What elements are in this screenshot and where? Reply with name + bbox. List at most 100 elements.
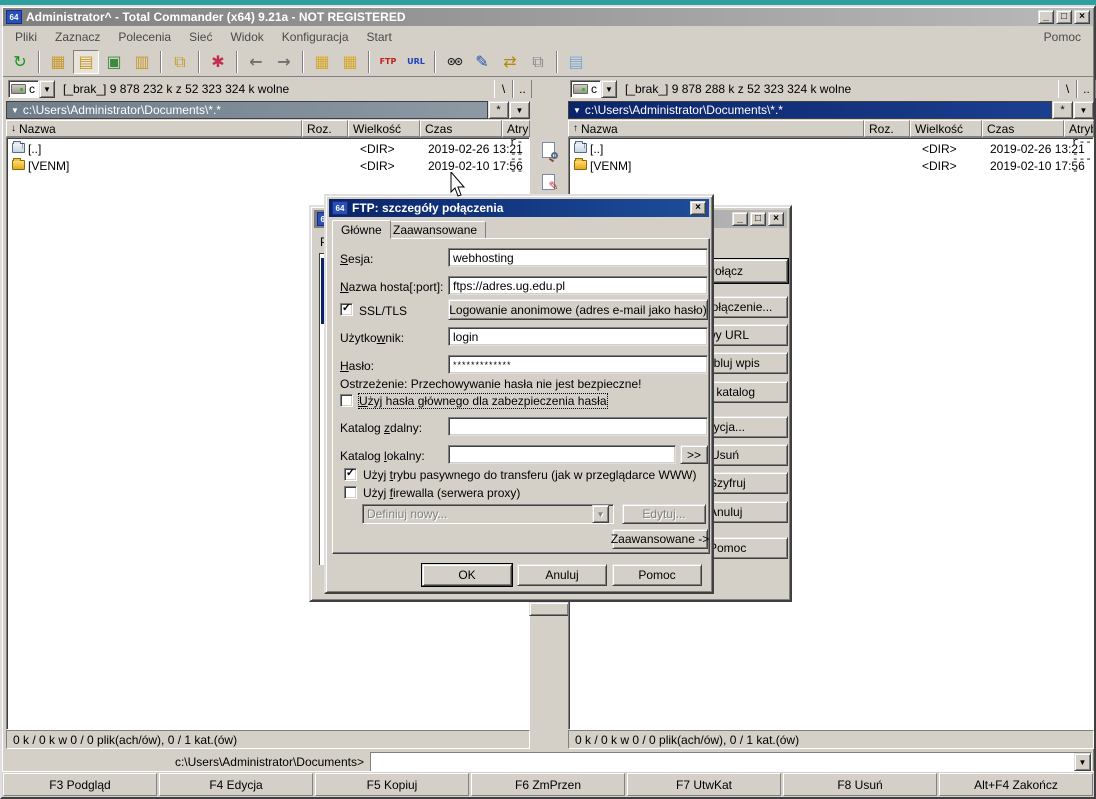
new-connection-button[interactable]: połączenie... [702,296,788,318]
column-header-roz[interactable]: Roz. [864,120,910,137]
new-folder-button[interactable]: y katalog [702,381,788,403]
f8-button[interactable]: F8 Usuń [783,773,937,796]
title-bar[interactable]: 64 Administrator^ - Total Commander (x64… [3,8,1093,26]
duplicate-entry-button[interactable]: ubluj wpis [702,352,788,374]
left-drive-combo[interactable]: c ▼ [8,80,55,98]
right-history-button[interactable]: ▼ [1073,101,1094,119]
sync-dirs-icon[interactable]: ⇄ [497,50,523,74]
user-input[interactable]: login [448,327,708,346]
help-button[interactable]: Pomoc [612,564,702,586]
splitter-grip[interactable] [529,602,569,616]
help-button[interactable]: Pomoc [702,537,788,559]
f7-button[interactable]: F7 UtwKat [627,773,781,796]
forward-icon[interactable]: → [271,50,297,74]
anonymous-login-button[interactable]: Logowanie anonimowe (adres e-mail jako h… [448,299,708,320]
minimize-button[interactable]: _ [732,212,748,226]
file-row-up[interactable]: ↑ [..] <DIR> 2019-02-26 13:21 r--- [570,140,1092,157]
local-dir-input[interactable] [448,445,676,464]
new-item-icon[interactable]: ✱ [205,50,231,74]
column-header-atryb[interactable]: Atryb [1064,120,1094,137]
altf4-button[interactable]: Alt+F4 Zakończ [939,773,1093,796]
host-input[interactable]: ftps://adres.ug.edu.pl [448,276,708,295]
command-history-dropdown[interactable]: ▼ [1074,753,1091,771]
tab-zaawansowane[interactable]: Zaawansowane [384,221,486,239]
remote-dir-input[interactable] [448,417,708,436]
right-drive-dropdown[interactable]: ▼ [601,80,617,98]
file-row-venm[interactable]: [VENM] <DIR> 2019-02-10 17:56 ---- [570,157,1092,174]
column-header-nazwa[interactable]: ↑Nazwa [568,120,864,137]
find-files-icon[interactable]: ⊙⊙ [441,50,467,74]
ok-button[interactable]: OK [422,564,512,586]
command-input[interactable] [371,753,1074,771]
right-star-button[interactable]: * [1052,101,1073,119]
left-history-button[interactable]: ▼ [509,101,530,119]
compare-icon[interactable]: ⧉ [525,50,551,74]
f5-button[interactable]: F5 Kopiuj [315,773,469,796]
column-header-czas[interactable]: Czas [982,120,1064,137]
master-password-label[interactable]: Użyj hasła głównego dla zabezpieczenia h… [359,394,607,408]
right-root-button[interactable]: \ [1058,80,1077,98]
unpack-icon[interactable]: ▦ [337,50,363,74]
passive-mode-checkbox[interactable]: ✓ [344,468,357,481]
full-view-icon[interactable]: ▤ [73,50,99,74]
menu-zaznacz[interactable]: Zaznacz [47,28,108,46]
minimize-button[interactable]: _ [1038,10,1054,24]
maximize-button[interactable]: □ [1056,10,1072,24]
ftp-details-dialog-title-bar[interactable]: 64 FTP: szczegóły połączenia × [329,199,709,217]
brief-view-icon[interactable]: ▦ [45,50,71,74]
delete-button[interactable]: Usuń [702,444,788,466]
maximize-button[interactable]: □ [750,212,766,226]
session-input[interactable]: webhosting [448,248,708,267]
menu-widok[interactable]: Widok [222,28,271,46]
browse-local-dir-button[interactable]: >> [680,445,708,464]
menu-start[interactable]: Start [359,28,400,46]
thumbnails-view-icon[interactable]: ▣ [101,50,127,74]
back-icon[interactable]: ← [243,50,269,74]
multi-rename-icon[interactable]: ✎ [469,50,495,74]
f6-button[interactable]: F6 ZmPrzen [471,773,625,796]
column-header-roz[interactable]: Roz. [302,120,348,137]
ssl-checkbox[interactable]: ✓ [340,303,353,316]
menu-konfiguracja[interactable]: Konfiguracja [274,28,357,46]
left-up-button[interactable]: .. [513,80,532,98]
refresh-icon[interactable]: ↻ [7,50,33,74]
encrypt-button[interactable]: Szyfruj [702,472,788,494]
quick-edit-button[interactable]: ✎ [537,170,559,194]
close-button[interactable]: × [1074,10,1090,24]
column-header-atryb[interactable]: Atryb [502,120,530,137]
column-header-nazwa[interactable]: ↓Nazwa [6,120,302,137]
file-row-up[interactable]: ↑ [..] <DIR> 2019-02-26 13:21 r--- [8,140,528,157]
tab-glowne[interactable]: Główne [332,220,391,239]
firewall-label[interactable]: Użyj firewalla (serwera proxy) [363,486,520,500]
advanced-button[interactable]: Zaawansowane -> [612,529,708,549]
cancel-button[interactable]: Anuluj [517,564,607,586]
close-icon[interactable]: × [690,201,706,215]
tree-view-icon[interactable]: ▥ [129,50,155,74]
left-drive-dropdown[interactable]: ▼ [39,80,55,98]
menu-polecenia[interactable]: Polecenia [110,28,179,46]
right-up-button[interactable]: .. [1077,80,1096,98]
column-header-wielkosc[interactable]: Wielkość [348,120,420,137]
menu-siec[interactable]: Sieć [181,28,220,46]
left-root-button[interactable]: \ [494,80,513,98]
menu-pomoc[interactable]: Pomoc [1036,28,1089,46]
new-url-button[interactable]: wy URL [702,324,788,346]
ssl-label[interactable]: SSL/TLS [359,304,407,318]
branch-view-icon[interactable]: ⧉ [167,50,193,74]
close-button[interactable]: × [768,212,784,226]
pack-icon[interactable]: ▦ [309,50,335,74]
notepad-icon[interactable]: ▤ [563,50,589,74]
password-input[interactable]: ************* [448,355,708,374]
firewall-checkbox[interactable] [344,486,357,499]
passive-mode-label[interactable]: Użyj trybu pasywnego do transferu (jak w… [363,468,696,482]
ftp-connect-icon[interactable]: FTP [375,50,401,74]
master-password-checkbox[interactable] [340,394,353,407]
column-header-czas[interactable]: Czas [420,120,502,137]
ftp-url-icon[interactable]: URL [403,50,429,74]
cancel-button[interactable]: Anuluj [702,501,788,523]
column-header-wielkosc[interactable]: Wielkość [910,120,982,137]
left-star-button[interactable]: * [488,101,509,119]
right-drive-combo[interactable]: c ▼ [570,80,617,98]
edit-button[interactable]: dycja... [702,416,788,438]
menu-pliki[interactable]: Pliki [7,28,45,46]
